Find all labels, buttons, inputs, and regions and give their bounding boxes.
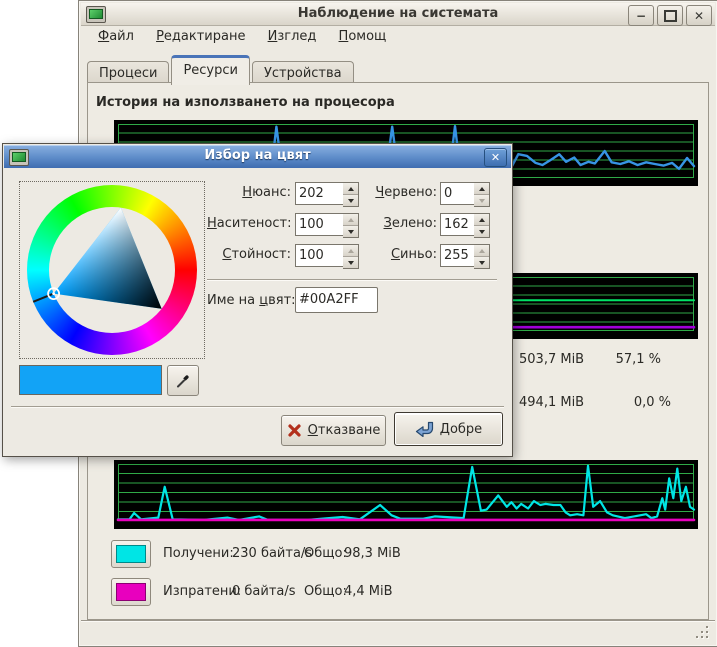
color-name-input[interactable]: #00A2FF <box>295 287 378 313</box>
value-spin-down[interactable] <box>343 256 358 268</box>
action-separator <box>11 406 504 408</box>
saturation-spin-up[interactable] <box>343 214 358 225</box>
blue-spin-down[interactable] <box>474 256 489 268</box>
selected-color-preview <box>19 365 162 395</box>
maximize-button[interactable] <box>657 5 683 26</box>
eyedropper-icon <box>175 373 191 389</box>
network-history-chart <box>114 460 698 529</box>
eyedropper-button[interactable] <box>167 365 199 396</box>
swap-value: 494,1 MiB <box>519 395 584 410</box>
value-spin-up[interactable] <box>343 245 358 256</box>
blue-label: Синьо: <box>359 247 437 262</box>
hue-spinner <box>343 182 359 207</box>
swap-stat-row: 494,1 MiB 0,0 % <box>519 395 717 410</box>
sent-rate: 0 байта/s <box>232 584 296 599</box>
green-label: Зелено: <box>359 216 437 231</box>
saturation-value-triangle[interactable] <box>20 182 204 358</box>
dialog-close-button[interactable]: ✕ <box>484 148 507 167</box>
red-label: Червено: <box>359 185 437 200</box>
red-spinner <box>474 182 490 207</box>
minimize-button[interactable]: − <box>628 5 654 26</box>
ok-button[interactable]: Добре <box>394 412 503 446</box>
saturation-spinner <box>343 213 359 238</box>
color-wheel[interactable] <box>19 181 205 359</box>
tab-bar: ПроцесиРесурсиУстройства <box>87 55 356 83</box>
color-picker-dialog: Избор на цвят ✕ <box>2 143 513 457</box>
sent-color-button[interactable] <box>111 578 151 606</box>
value-label: Стойност: <box>207 247 291 262</box>
sent-label: Изпратени: <box>163 584 241 599</box>
memory-percent: 57,1 % <box>601 352 661 367</box>
dialog-titlebar[interactable]: Избор на цвят ✕ <box>4 145 511 168</box>
close-icon: ✕ <box>694 10 704 22</box>
hue-input[interactable]: 202 <box>295 182 349 205</box>
menu-edit[interactable]: Редактиране <box>147 26 254 47</box>
red-spin-down[interactable] <box>474 194 489 206</box>
sent-color-swatch <box>116 583 146 601</box>
cancel-x-icon <box>287 423 302 438</box>
blue-spinner <box>474 244 490 269</box>
blue-spin-up[interactable] <box>474 245 489 256</box>
received-color-button[interactable] <box>111 540 151 568</box>
menu-file[interactable]: Файл <box>89 26 143 47</box>
value-spinner <box>343 244 359 269</box>
statusbar <box>81 620 715 644</box>
color-name-label: Име на цвят: <box>207 293 291 308</box>
memory-value: 503,7 MiB <box>519 352 584 367</box>
green-spin-up[interactable] <box>474 214 489 225</box>
form-separator <box>207 279 497 281</box>
received-color-swatch <box>116 545 146 563</box>
menu-help[interactable]: Помощ <box>330 26 396 47</box>
red-spin-up[interactable] <box>474 183 489 194</box>
sent-total-label: Общо: <box>304 584 347 599</box>
maximize-icon <box>664 10 677 22</box>
received-total-label: Общо: <box>304 546 347 561</box>
dialog-title: Избор на цвят <box>4 148 511 163</box>
value-input[interactable]: 100 <box>295 244 349 267</box>
saturation-label: Наситеност: <box>207 216 291 231</box>
cpu-section-title: История на използването на процесора <box>96 95 395 110</box>
sent-total: 4,4 MiB <box>344 584 393 599</box>
swap-percent: 0,0 % <box>611 395 671 410</box>
close-icon: ✕ <box>491 152 500 163</box>
received-total: 98,3 MiB <box>344 546 401 561</box>
close-button[interactable]: ✕ <box>686 5 712 26</box>
cancel-button[interactable]: Отказване <box>281 415 386 446</box>
hue-spin-up[interactable] <box>343 183 358 194</box>
window-title: Наблюдение на системата <box>81 6 715 21</box>
saturation-spin-down[interactable] <box>343 225 358 237</box>
cancel-label: Отказване <box>308 423 381 438</box>
green-spin-down[interactable] <box>474 225 489 237</box>
received-label: Получени: <box>163 546 234 561</box>
green-spinner <box>474 213 490 238</box>
menubar: Файл Редактиране Изглед Помощ <box>81 26 715 48</box>
main-titlebar[interactable]: Наблюдение на системата − ✕ <box>81 3 715 26</box>
ok-return-arrow-icon <box>415 421 434 437</box>
minimize-icon: − <box>636 10 646 22</box>
tab-resources[interactable]: Ресурси <box>171 55 250 85</box>
hue-spin-down[interactable] <box>343 194 358 206</box>
saturation-input[interactable]: 100 <box>295 213 349 236</box>
memory-stat-row: 503,7 MiB 57,1 % <box>519 352 717 367</box>
ok-label: Добре <box>440 422 482 437</box>
resize-grip[interactable] <box>696 626 709 639</box>
menu-view[interactable]: Изглед <box>259 26 326 47</box>
hue-label: Нюанс: <box>207 185 291 200</box>
received-rate: 230 байта/s <box>232 546 312 561</box>
